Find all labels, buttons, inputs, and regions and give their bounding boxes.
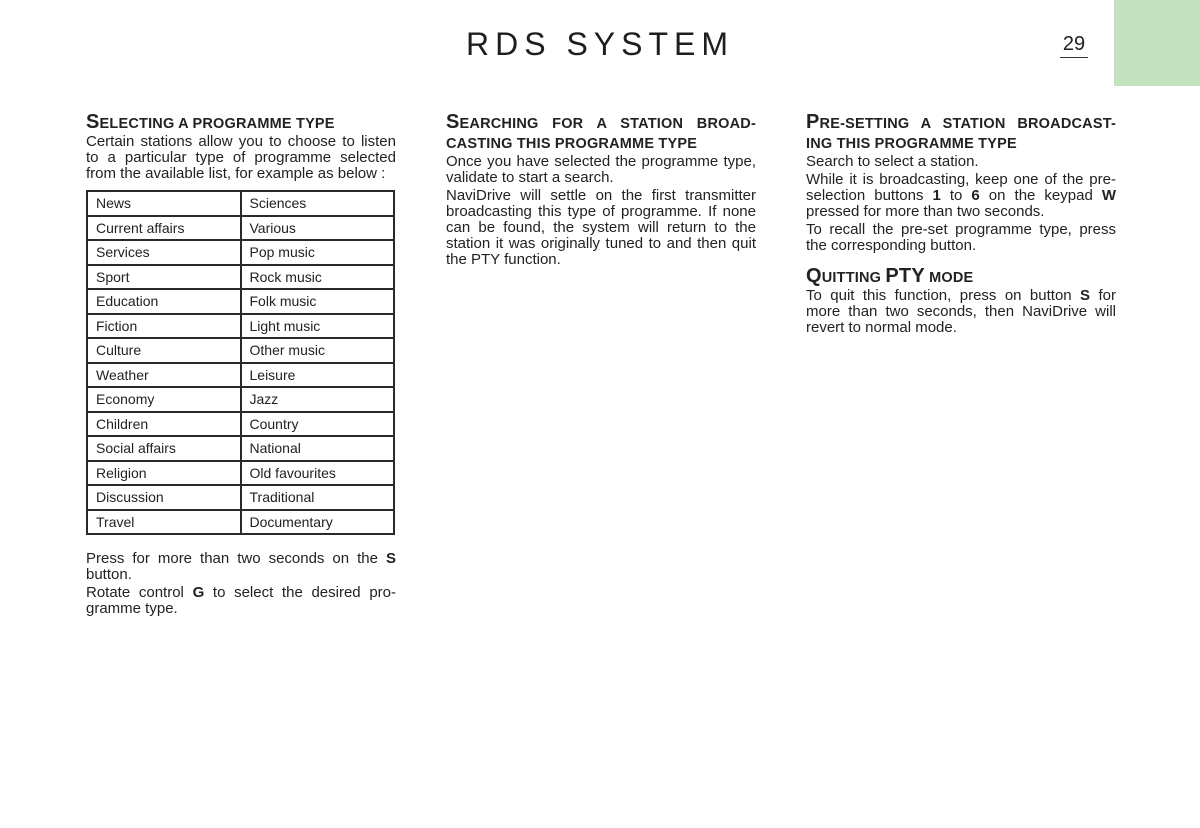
section-searching-station: Searching for a station broad-casting th… xyxy=(446,112,756,270)
table-row: Education Folk music xyxy=(86,288,395,315)
section-heading: Quitting PTY mode xyxy=(806,265,974,287)
table-row: Discussion Traditional xyxy=(86,484,395,511)
paragraph: To quit this function, press on button S… xyxy=(806,287,1116,336)
table-cell: Economy xyxy=(86,386,242,413)
section-selecting-programme-type: Selecting a programme type Certain stati… xyxy=(86,112,396,619)
table-cell: Leisure xyxy=(239,361,395,388)
section-heading: Selecting a programme type xyxy=(86,111,335,133)
table-cell: Sciences xyxy=(239,190,395,217)
table-cell: Travel xyxy=(86,508,242,535)
chapter-tab xyxy=(1114,0,1200,86)
table-cell: Current affairs xyxy=(86,214,242,241)
table-cell: Country xyxy=(239,410,395,437)
section-quitting-pty: Quitting PTY mode To quit this function,… xyxy=(806,266,1116,336)
table-row: Children Country xyxy=(86,410,395,437)
table-cell: Children xyxy=(86,410,242,437)
table-row: Religion Old favourites xyxy=(86,459,395,486)
table-cell: Old favourites xyxy=(239,459,395,486)
table-cell: Fiction xyxy=(86,312,242,339)
programme-type-table: News Sciences Current affairs Various Servic… xyxy=(86,190,395,535)
table-cell: Sport xyxy=(86,263,242,290)
table-cell: Weather xyxy=(86,361,242,388)
table-cell: Discussion xyxy=(86,484,242,511)
table-row: Fiction Light music xyxy=(86,312,395,339)
table-cell: News xyxy=(86,190,242,217)
table-row: Weather Leisure xyxy=(86,361,395,388)
instruction-rotate-g: Rotate control G to select the desired p… xyxy=(86,584,396,617)
section-heading: Pre-setting a station broadcast-ing this… xyxy=(806,111,1116,152)
paragraph: Once you have selected the programme typ… xyxy=(446,153,756,186)
table-row: Travel Documentary xyxy=(86,508,395,535)
table-row: News Sciences xyxy=(86,190,395,217)
table-cell: Pop music xyxy=(239,239,395,266)
table-cell: Folk music xyxy=(239,288,395,315)
section-presetting-station: Pre-setting a station broadcast-ing this… xyxy=(806,112,1116,338)
intro-text: Certain stations allow you to choose to … xyxy=(86,133,396,182)
table-cell: Other music xyxy=(239,337,395,364)
table-cell: National xyxy=(239,435,395,462)
paragraph: While it is broadcasting, keep one of th… xyxy=(806,171,1116,220)
table-row: Economy Jazz xyxy=(86,386,395,413)
table-cell: Jazz xyxy=(239,386,395,413)
table-row: Culture Other music xyxy=(86,337,395,364)
table-cell: Social affairs xyxy=(86,435,242,462)
table-row: Services Pop music xyxy=(86,239,395,266)
table-cell: Rock music xyxy=(239,263,395,290)
paragraph: NaviDrive will settle on the first trans… xyxy=(446,187,756,268)
paragraph: To recall the pre-set programme type, pr… xyxy=(806,221,1116,254)
table-row: Social affairs National xyxy=(86,435,395,462)
page-title: RDS SYSTEM xyxy=(465,26,735,62)
table-cell: Education xyxy=(86,288,242,315)
table-cell: Various xyxy=(239,214,395,241)
paragraph: Search to select a station. xyxy=(806,153,979,170)
page-number: 29 xyxy=(1060,33,1088,58)
table-cell: Traditional xyxy=(239,484,395,511)
table-cell: Culture xyxy=(86,337,242,364)
table-cell: Services xyxy=(86,239,242,266)
instruction-press-s: Press for more than two seconds on the S… xyxy=(86,550,396,583)
table-cell: Documentary xyxy=(239,508,395,535)
table-row: Current affairs Various xyxy=(86,214,395,241)
section-heading: Searching for a station broad-casting th… xyxy=(446,111,756,152)
table-cell: Light music xyxy=(239,312,395,339)
table-cell: Religion xyxy=(86,459,242,486)
table-row: Sport Rock music xyxy=(86,263,395,290)
